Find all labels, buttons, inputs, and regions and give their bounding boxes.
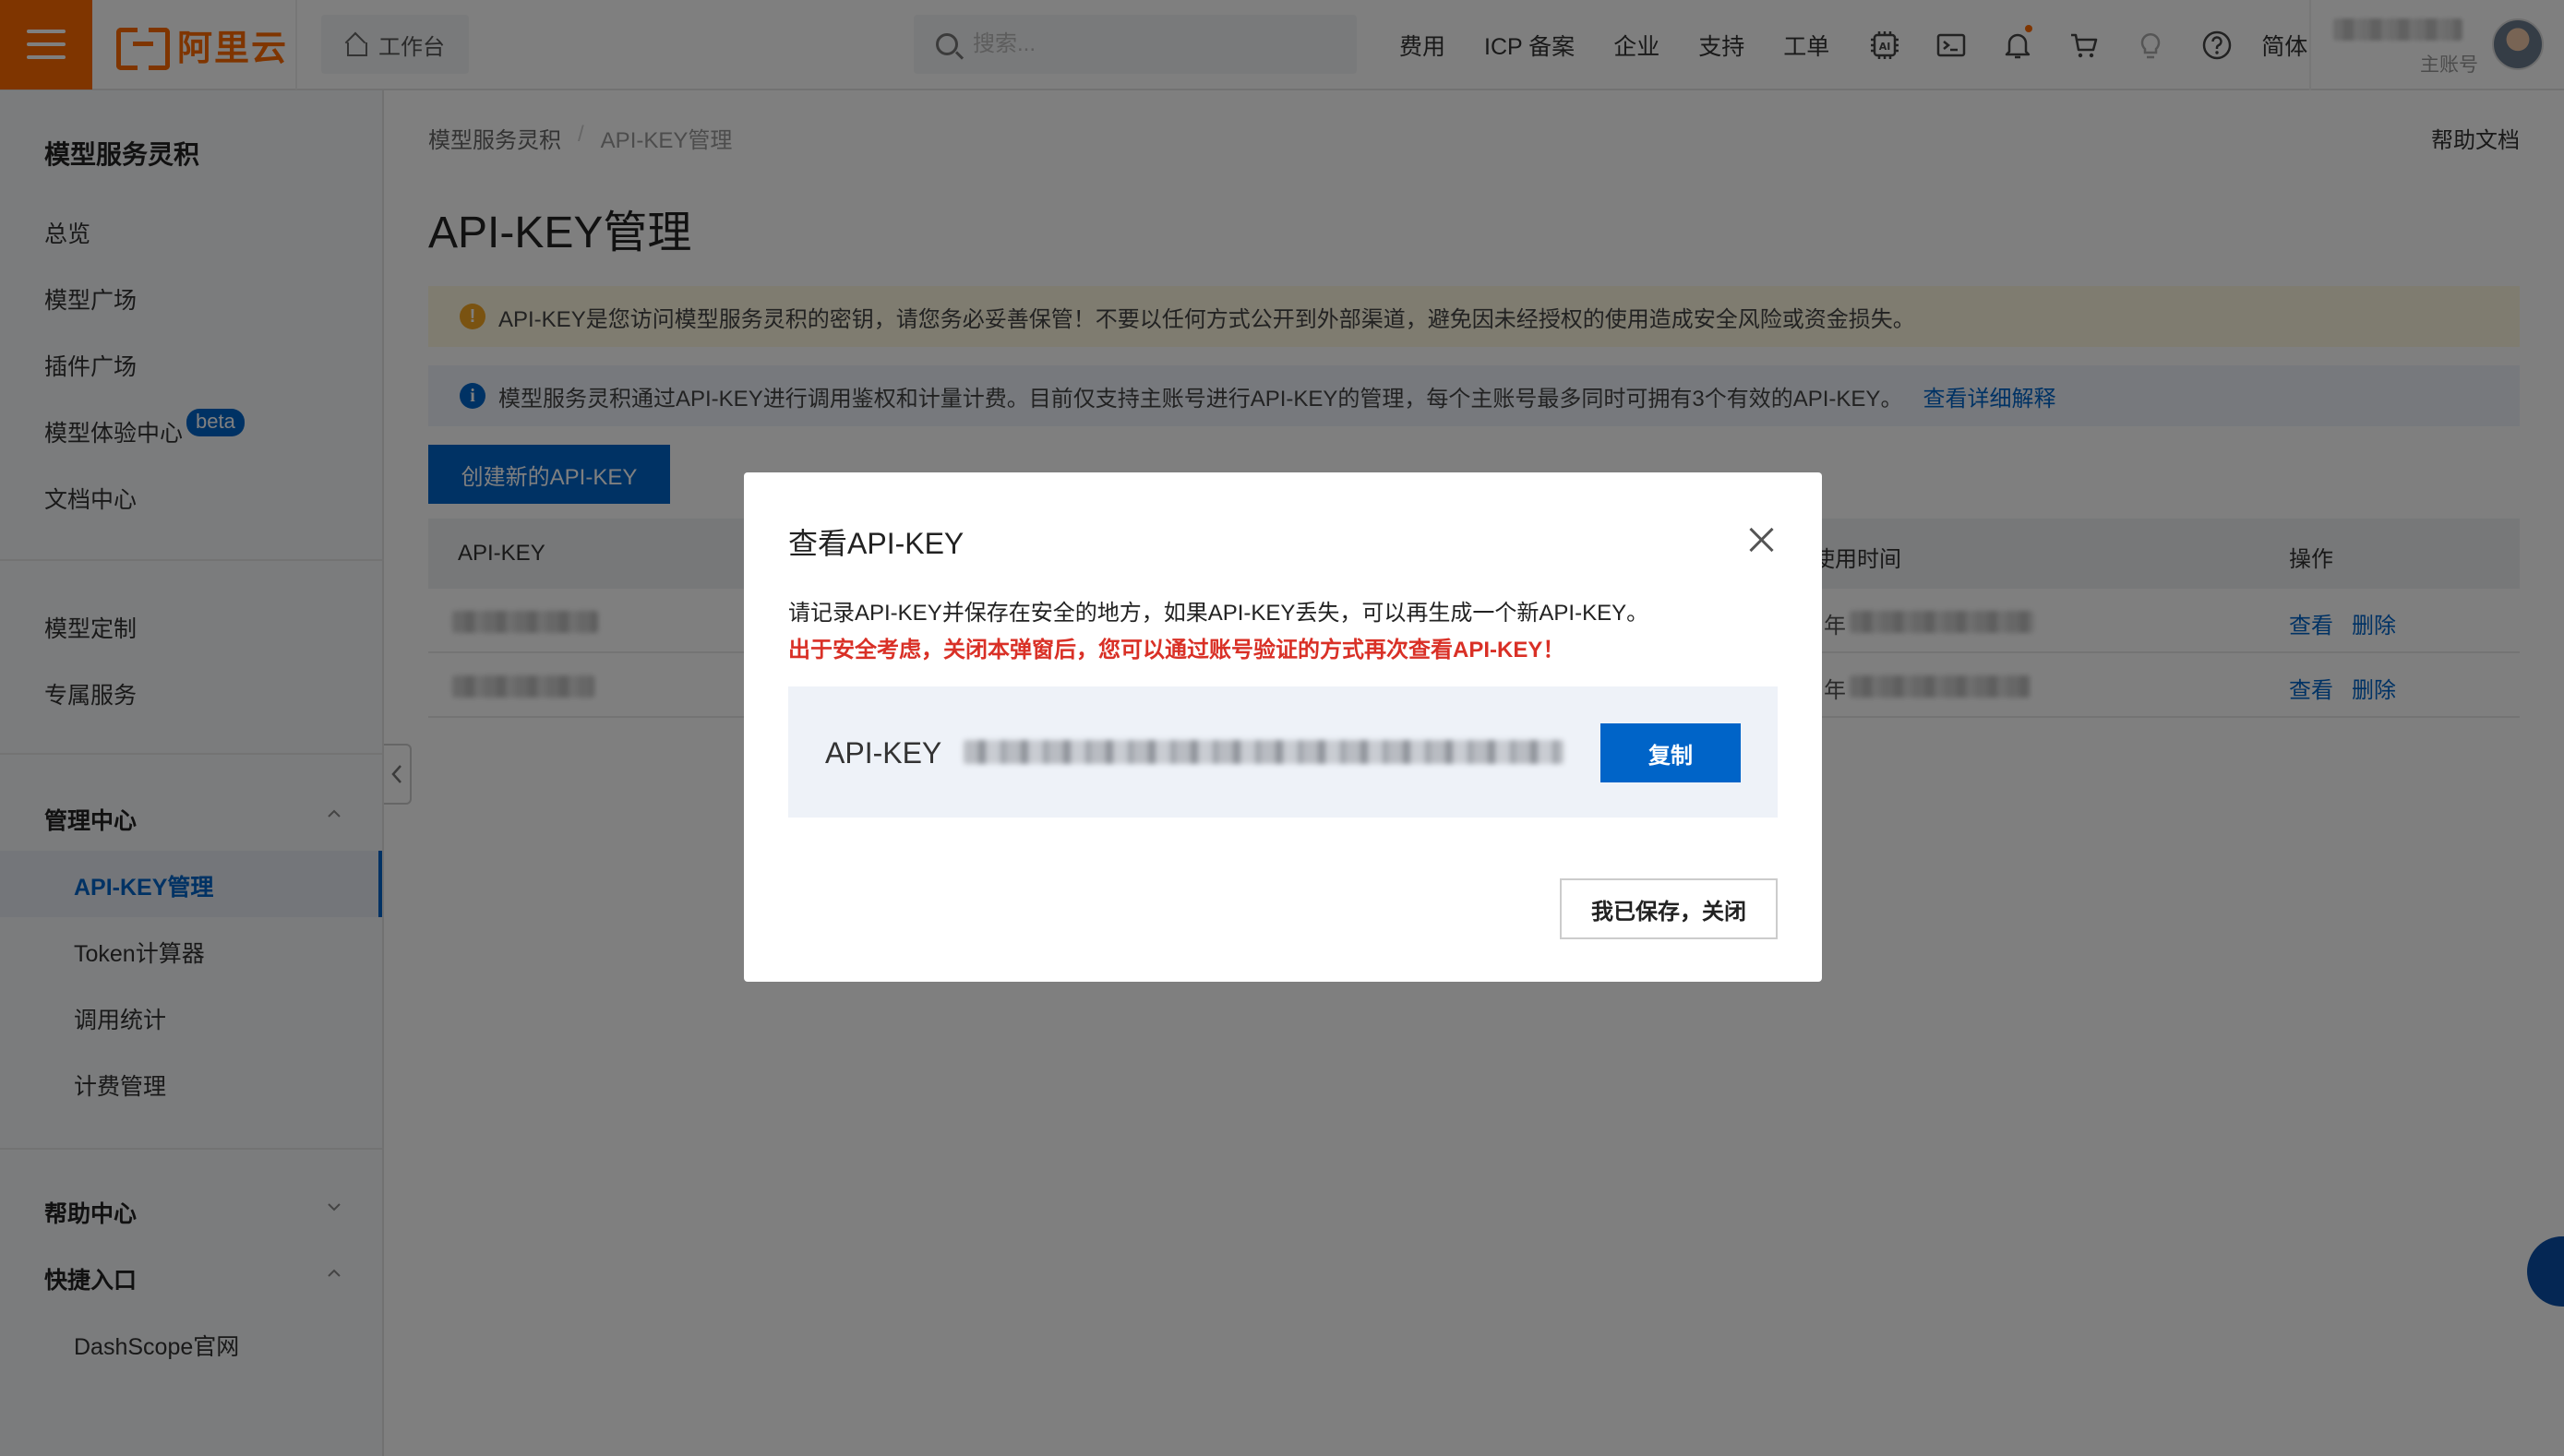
api-key-box: API-KEY 复制 <box>788 686 1778 818</box>
api-key-label: API-KEY <box>825 736 942 770</box>
saved-close-button[interactable]: 我已保存，关闭 <box>1560 878 1778 939</box>
copy-button[interactable]: 复制 <box>1600 723 1741 782</box>
modal-description: 请记录API-KEY并保存在安全的地方，如果API-KEY丢失，可以再生成一个新… <box>788 601 1649 626</box>
modal-warning: 出于安全考虑，关闭本弹窗后，您可以通过账号验证的方式再次查看API-KEY！ <box>788 638 1565 662</box>
redacted-api-key-value <box>964 740 1564 764</box>
view-api-key-modal: 查看API-KEY 请记录API-KEY并保存在安全的地方，如果API-KEY丢… <box>744 472 1822 982</box>
modal-title: 查看API-KEY <box>788 527 964 560</box>
close-icon[interactable] <box>1748 526 1776 554</box>
